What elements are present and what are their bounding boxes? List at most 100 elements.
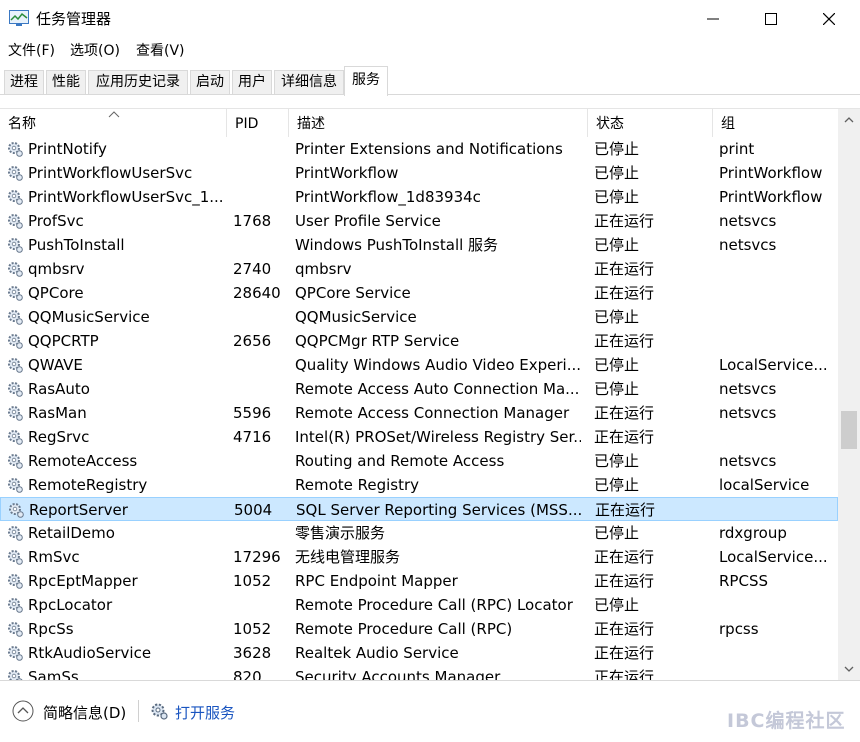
- tab-processes[interactable]: 进程: [4, 70, 44, 95]
- column-header-pid[interactable]: PID: [227, 109, 289, 137]
- scroll-down-icon[interactable]: [844, 666, 854, 673]
- less-details-button[interactable]: 简略信息(D): [43, 702, 126, 723]
- service-row[interactable]: SamSs 820 Security Accounts Manager 正在运行: [0, 665, 838, 680]
- service-name: PrintWorkflowUserSvc_1...: [28, 188, 224, 206]
- scrollbar-thumb[interactable]: [841, 411, 857, 449]
- service-gear-icon: [8, 262, 23, 277]
- service-description: PrintWorkflow: [295, 164, 399, 182]
- tab-app-history[interactable]: 应用历史记录: [88, 70, 188, 95]
- menu-view[interactable]: 查看(V): [136, 41, 185, 61]
- maximize-icon: [765, 13, 777, 25]
- service-pid: [233, 473, 289, 497]
- service-name: RemoteRegistry: [28, 476, 148, 494]
- service-group: netsvcs: [719, 236, 777, 254]
- service-gear-icon: [8, 190, 23, 205]
- service-pid: 5596: [233, 404, 272, 422]
- service-row[interactable]: RpcEptMapper 1052 RPC Endpoint Mapper 正在运行 R…: [0, 569, 838, 593]
- service-row[interactable]: RemoteRegistry Remote Registry 已停止 localSer…: [0, 473, 838, 497]
- service-row[interactable]: PrintWorkflowUserSvc PrintWorkflow 已停止 Prin…: [0, 161, 838, 185]
- service-description: 无线电管理服务: [295, 548, 401, 566]
- service-row[interactable]: RpcLocator Remote Procedure Call (RPC) Lo…: [0, 593, 838, 617]
- service-row[interactable]: RasAuto Remote Access Auto Connection Ma.…: [0, 377, 838, 401]
- service-pid: [233, 521, 289, 545]
- open-services-link[interactable]: 打开服务: [175, 702, 235, 723]
- column-header-description[interactable]: 描述: [289, 109, 588, 137]
- menu-options[interactable]: 选项(O): [70, 41, 120, 61]
- chevron-up-circle-icon[interactable]: [12, 700, 34, 722]
- service-row[interactable]: ReportServer 5004 SQL Server Reporting Ser…: [0, 497, 838, 521]
- service-gear-icon: [8, 214, 23, 229]
- service-row[interactable]: QQMusicService QQMusicService 已停止: [0, 305, 838, 329]
- service-name: RasMan: [28, 404, 87, 422]
- service-row[interactable]: PrintNotify Printer Extensions and Notifi…: [0, 137, 838, 161]
- minimize-icon: [707, 18, 719, 20]
- vertical-scrollbar[interactable]: [838, 109, 860, 680]
- service-group: localService: [719, 476, 810, 494]
- service-row[interactable]: RegSrvc 4716 Intel(R) PROSet/Wireless Regi…: [0, 425, 838, 449]
- service-group: [719, 425, 833, 449]
- service-row[interactable]: PrintWorkflowUserSvc_1... PrintWorkflow_1…: [0, 185, 838, 209]
- service-status: 已停止: [594, 524, 640, 542]
- service-name: RpcEptMapper: [28, 572, 138, 590]
- service-group: PrintWorkflow: [719, 188, 823, 206]
- service-gear-icon: [8, 478, 23, 493]
- tab-services[interactable]: 服务: [344, 66, 388, 96]
- tab-performance[interactable]: 性能: [46, 70, 86, 95]
- service-name: PushToInstall: [28, 236, 125, 254]
- service-status: 已停止: [594, 188, 640, 206]
- tab-startup[interactable]: 启动: [190, 70, 230, 95]
- service-description: PrintWorkflow_1d83934c: [295, 188, 481, 206]
- service-status: 正在运行: [595, 501, 656, 519]
- minimize-button[interactable]: [684, 0, 742, 38]
- service-name: QQMusicService: [28, 308, 150, 326]
- service-row[interactable]: QWAVE Quality Windows Audio Video Experi.…: [0, 353, 838, 377]
- service-group: [720, 498, 834, 522]
- service-gear-icon: [8, 622, 23, 637]
- service-pid: [233, 185, 289, 209]
- service-row[interactable]: RetailDemo 零售演示服务 已停止 rdxgroup: [0, 521, 838, 545]
- tab-details[interactable]: 详细信息: [274, 70, 344, 95]
- service-row[interactable]: QPCore 28640 QPCore Service 正在运行: [0, 281, 838, 305]
- service-pid: 820: [233, 668, 262, 680]
- service-status: 已停止: [594, 356, 640, 374]
- maximize-button[interactable]: [742, 0, 800, 38]
- service-description: Security Accounts Manager: [295, 668, 501, 680]
- service-pid: 17296: [233, 548, 281, 566]
- service-row[interactable]: ProfSvc 1768 User Profile Service 正在运行 netsv…: [0, 209, 838, 233]
- service-row[interactable]: PushToInstall Windows PushToInstall 服务 已停止…: [0, 233, 838, 257]
- column-header-group[interactable]: 组: [713, 109, 838, 137]
- service-row[interactable]: RmSvc 17296 无线电管理服务 正在运行 LocalService...: [0, 545, 838, 569]
- service-group: print: [719, 140, 755, 158]
- close-button[interactable]: [800, 0, 858, 38]
- service-row[interactable]: RemoteAccess Routing and Remote Access 已停止…: [0, 449, 838, 473]
- service-row[interactable]: RasMan 5596 Remote Access Connection Manag…: [0, 401, 838, 425]
- scroll-up-icon[interactable]: [844, 116, 854, 123]
- service-gear-icon: [8, 166, 23, 181]
- tab-users[interactable]: 用户: [232, 70, 272, 95]
- services-panel: 名称 PID 描述 状态 组 PrintNotify Printer Extens…: [0, 108, 860, 680]
- service-name: RetailDemo: [28, 524, 115, 542]
- service-description: QPCore Service: [295, 284, 411, 302]
- service-description: RPC Endpoint Mapper: [295, 572, 458, 590]
- service-name: RtkAudioService: [28, 644, 152, 662]
- service-name: QPCore: [28, 284, 84, 302]
- services-gear-icon[interactable]: [149, 701, 169, 721]
- service-status: 已停止: [594, 476, 640, 494]
- column-header-status[interactable]: 状态: [588, 109, 713, 137]
- service-description: Printer Extensions and Notifications: [295, 140, 563, 158]
- service-row[interactable]: RpcSs 1052 Remote Procedure Call (RPC) 正在运行…: [0, 617, 838, 641]
- service-description: Remote Registry: [295, 476, 420, 494]
- service-gear-icon: [8, 382, 23, 397]
- service-row[interactable]: QQPCRTP 2656 QQPCMgr RTP Service 正在运行: [0, 329, 838, 353]
- service-pid: [233, 449, 289, 473]
- service-name: RasAuto: [28, 380, 90, 398]
- service-gear-icon: [8, 598, 23, 613]
- service-pid: 1052: [233, 572, 272, 590]
- service-row[interactable]: qmbsrv 2740 qmbsrv 正在运行: [0, 257, 838, 281]
- service-pid: 1052: [233, 620, 272, 638]
- service-row[interactable]: RtkAudioService 3628 Realtek Audio Service…: [0, 641, 838, 665]
- service-group: netsvcs: [719, 452, 777, 470]
- service-gear-icon: [8, 550, 23, 565]
- menu-file[interactable]: 文件(F): [8, 41, 55, 61]
- service-gear-icon: [8, 670, 23, 680]
